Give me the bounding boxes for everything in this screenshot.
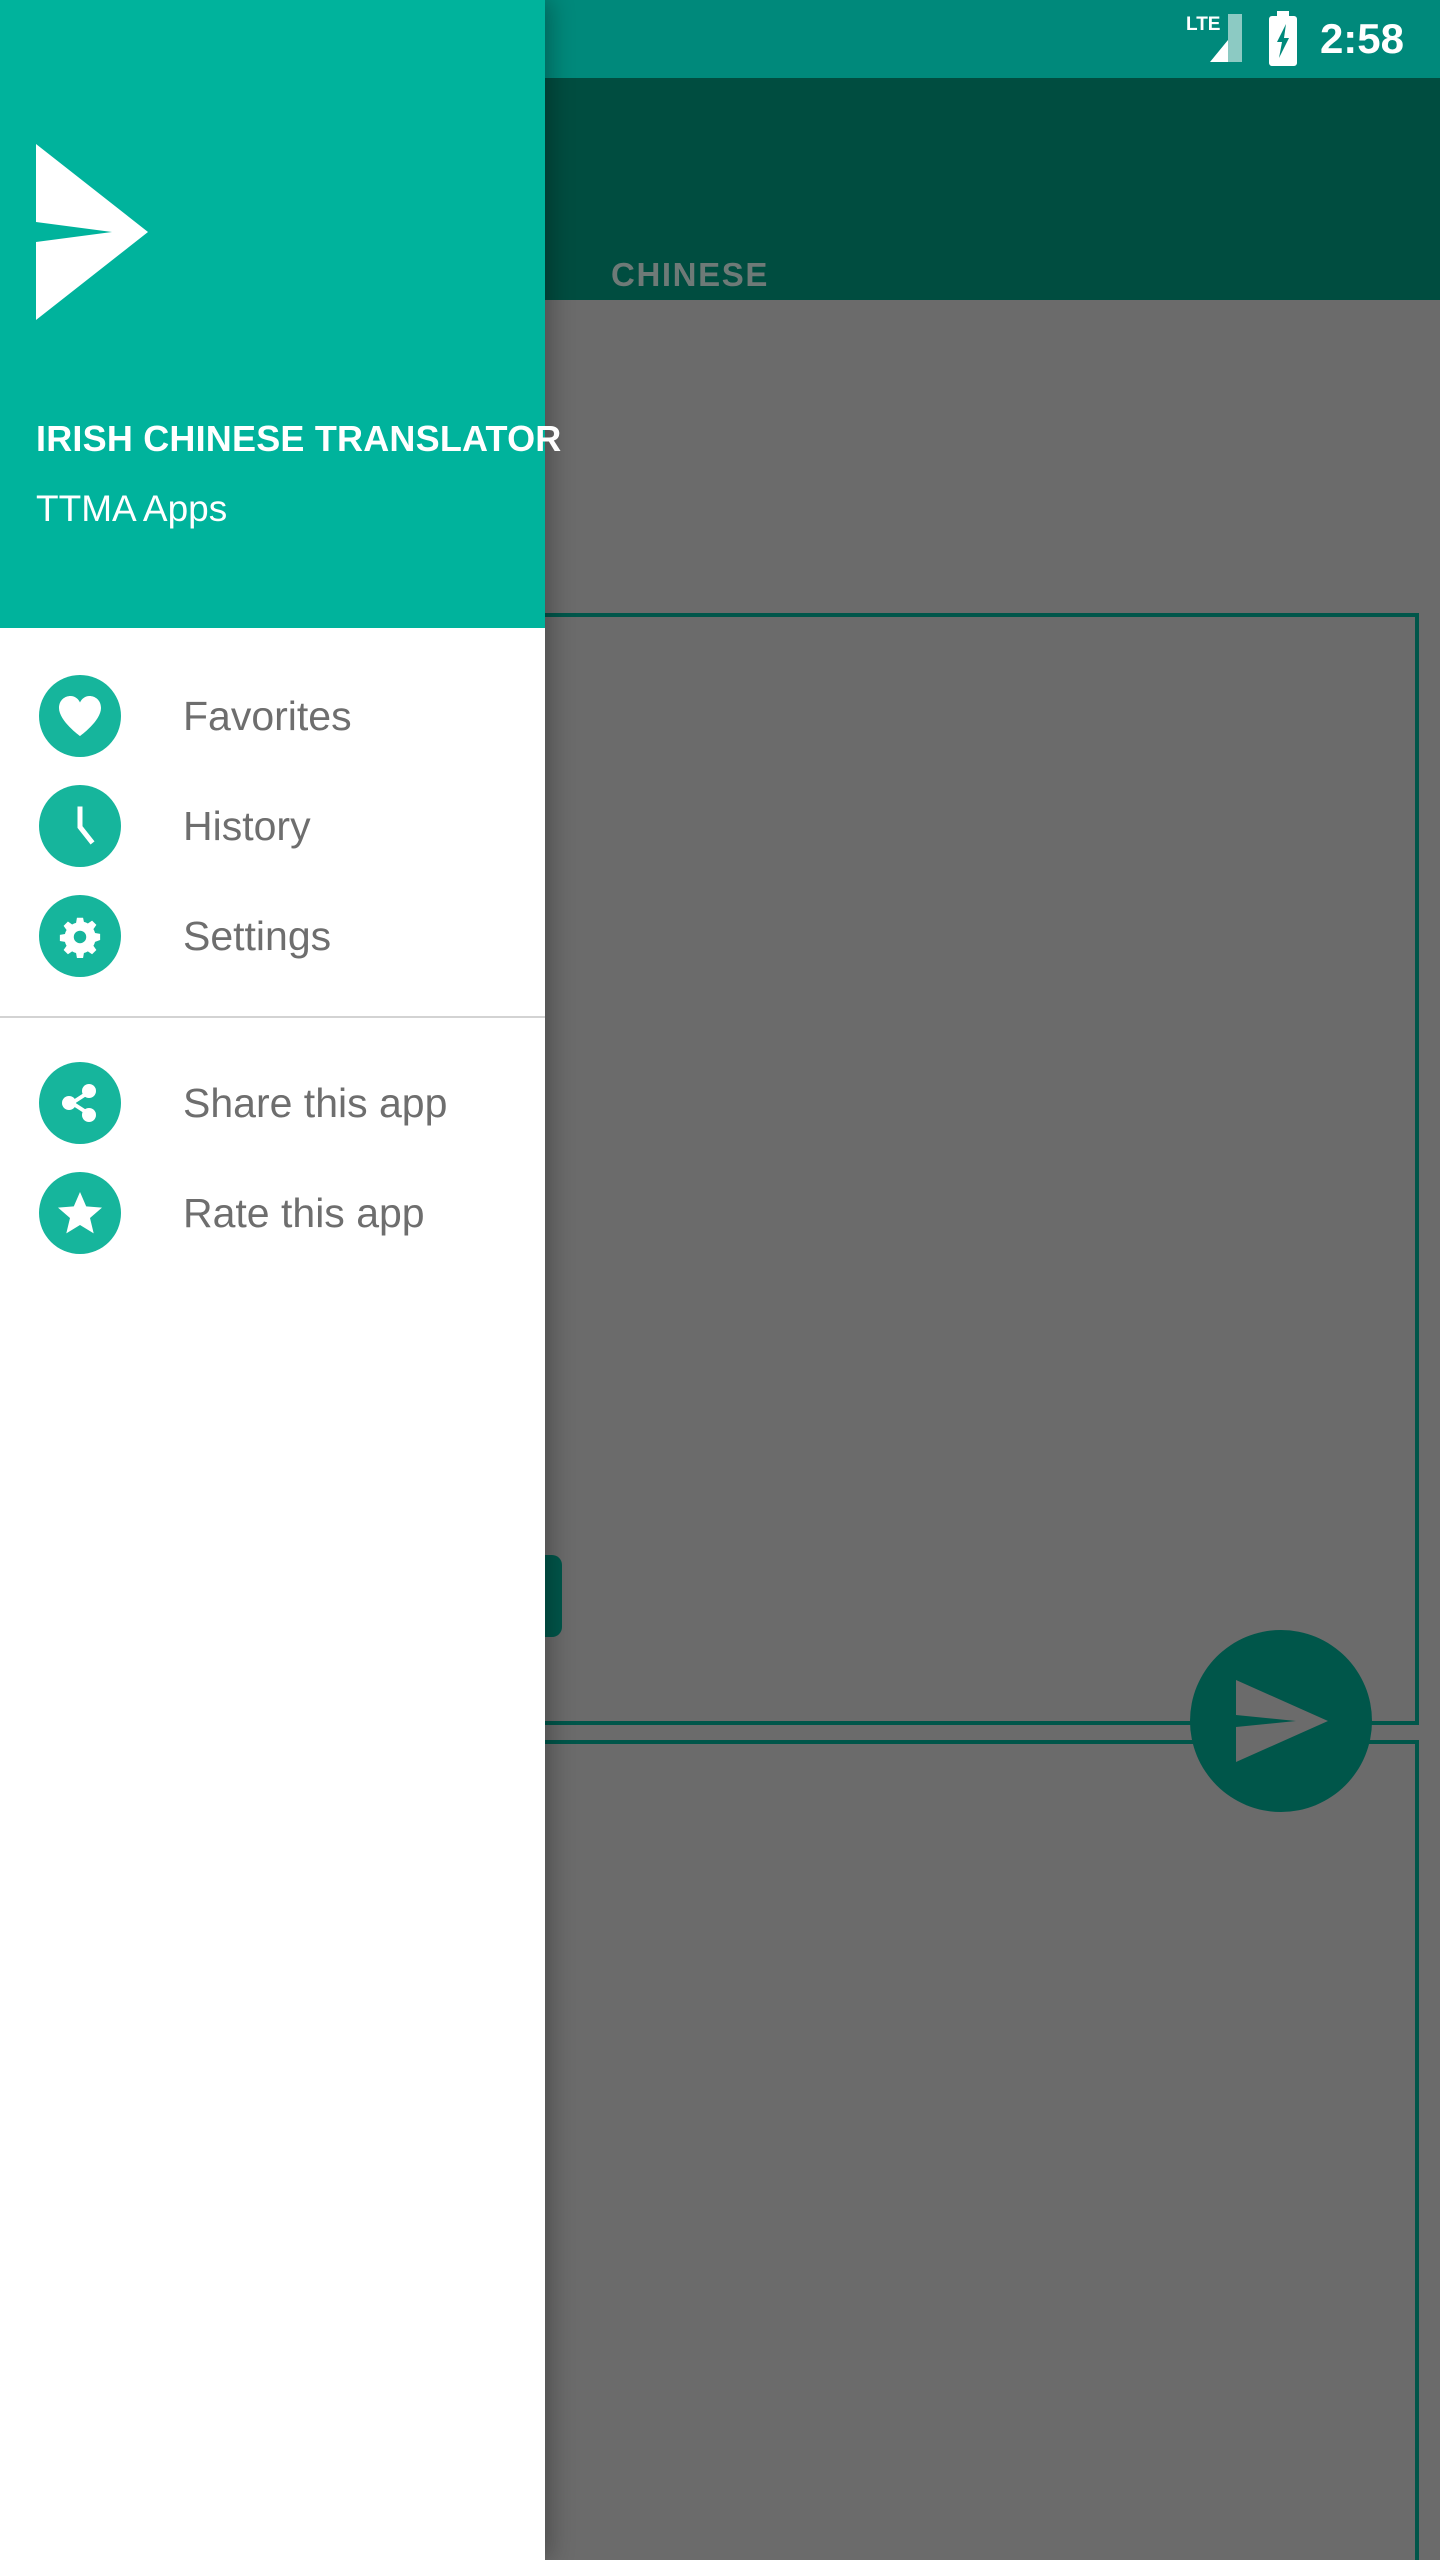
menu-item-favorites[interactable]: Favorites <box>0 661 545 771</box>
star-icon <box>39 1172 121 1254</box>
app-publisher: TTMA Apps <box>36 488 228 529</box>
tab-chinese[interactable]: CHINESE <box>560 256 820 294</box>
menu-item-label: Share this app <box>183 1079 448 1126</box>
lte-signal-icon: LTE <box>1186 14 1242 62</box>
menu-item-rate-this-app[interactable]: Rate this app <box>0 1158 545 1268</box>
menu-item-share-this-app[interactable]: Share this app <box>0 1048 545 1158</box>
clock-icon <box>39 785 121 867</box>
phone-screen: CHINESE LTE 2:58 IRISH CHINESE TRANSLATO… <box>0 0 1440 2560</box>
menu-item-label: Settings <box>183 912 332 959</box>
heart-icon <box>39 675 121 757</box>
status-bar-indicators: LTE 2:58 <box>1186 11 1440 67</box>
app-title: IRISH CHINESE TRANSLATOR <box>36 418 562 459</box>
send-icon <box>1236 1680 1328 1762</box>
menu-item-history[interactable]: History <box>0 771 545 881</box>
share-icon <box>39 1062 121 1144</box>
menu-item-label: Favorites <box>183 692 352 739</box>
send-icon <box>36 144 148 320</box>
translate-send-button[interactable] <box>1190 1630 1372 1812</box>
status-bar-clock: 2:58 <box>1319 15 1404 62</box>
drawer-menu-secondary: Share this app Rate this app <box>0 1018 545 1268</box>
menu-item-label: History <box>183 802 311 849</box>
gear-icon <box>39 895 121 977</box>
drawer-header: IRISH CHINESE TRANSLATOR TTMA Apps <box>0 0 561 628</box>
menu-item-settings[interactable]: Settings <box>0 881 545 991</box>
menu-item-label: Rate this app <box>183 1189 425 1236</box>
navigation-drawer: IRISH CHINESE TRANSLATOR TTMA Apps Favor… <box>0 0 561 2560</box>
svg-text:LTE: LTE <box>1186 14 1220 35</box>
drawer-menu-main: Favorites History Settings <box>0 628 545 991</box>
battery-charging-icon <box>1268 11 1297 66</box>
